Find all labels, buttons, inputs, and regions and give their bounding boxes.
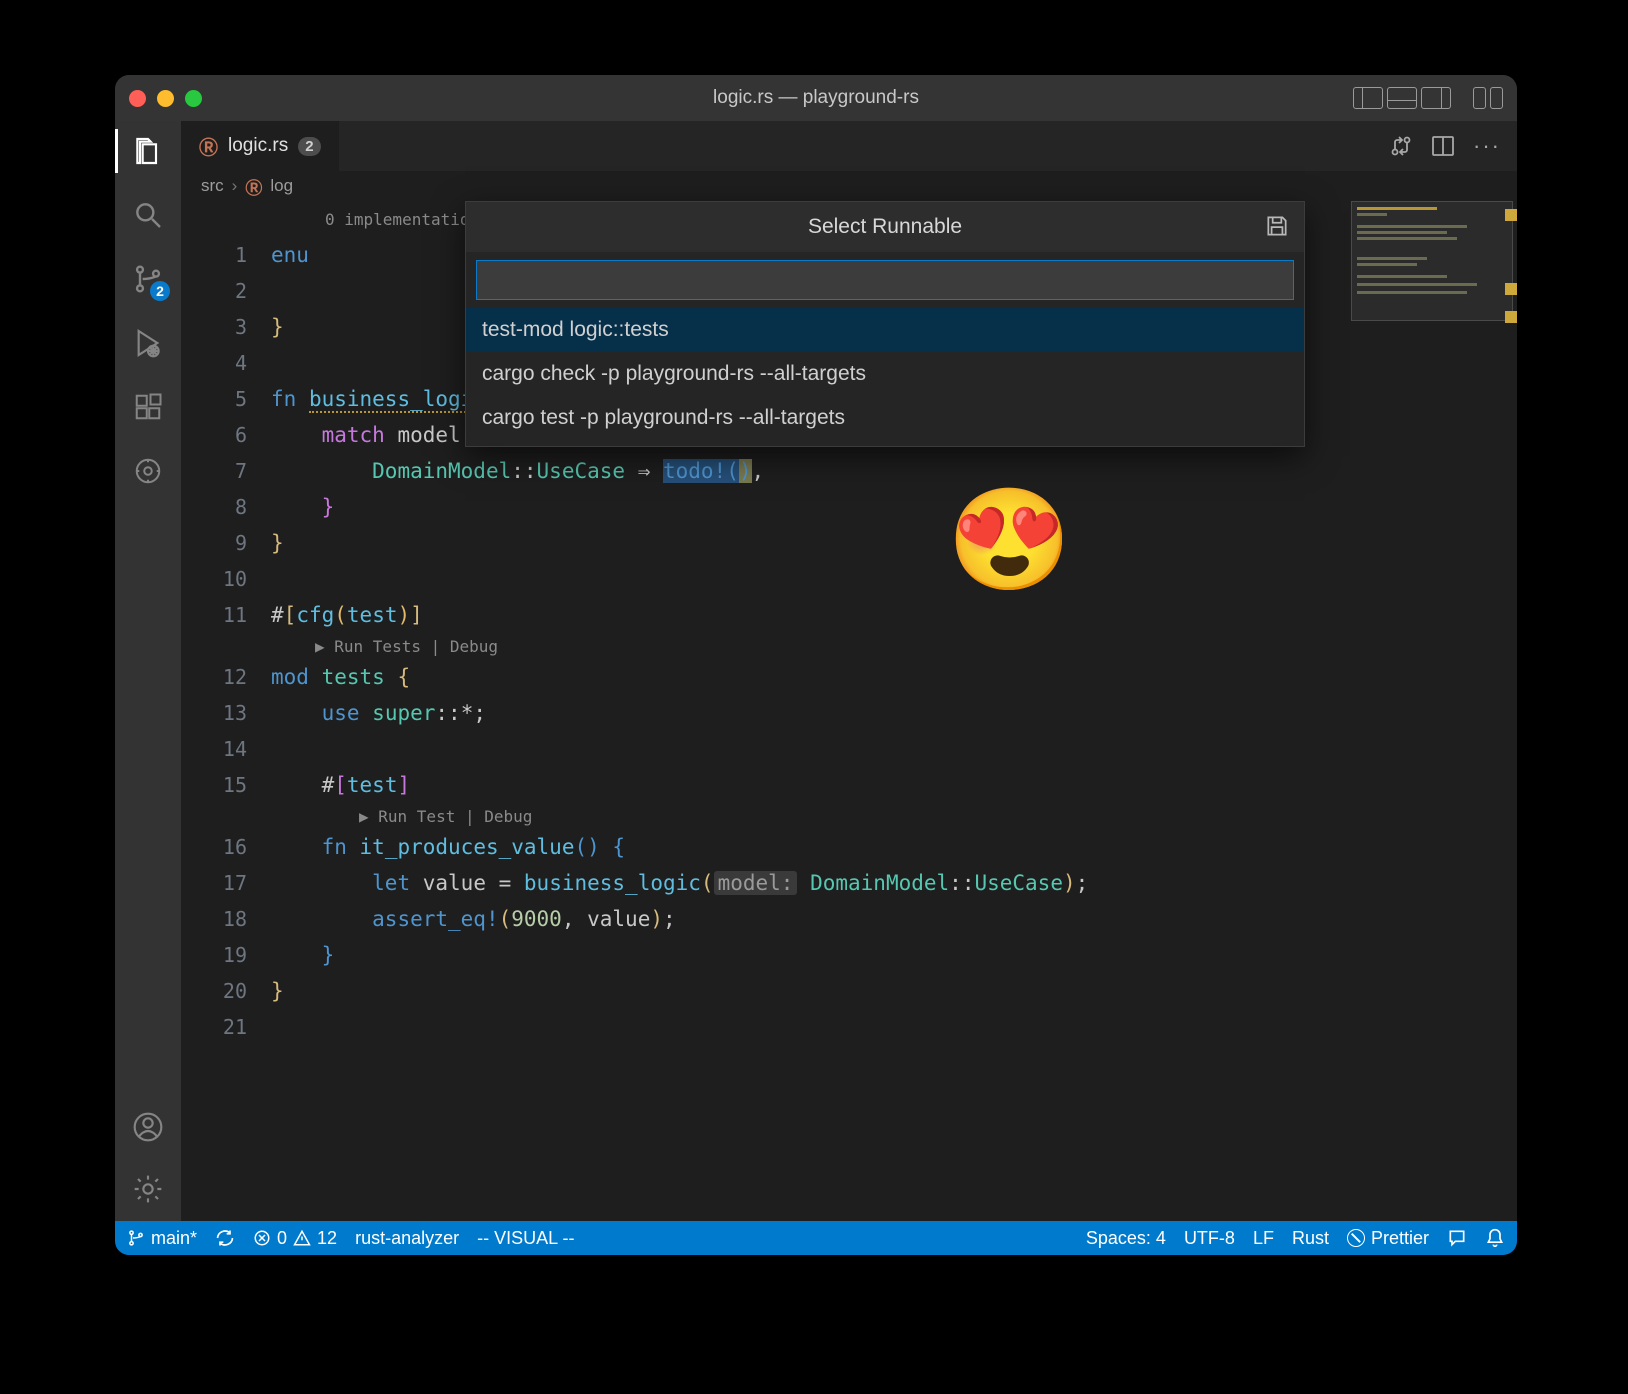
tabs-bar: Ⓡ logic.rs 2 ··· bbox=[181, 121, 1517, 171]
quickpick-item[interactable]: test-mod logic::tests bbox=[466, 308, 1304, 352]
status-bar: main* 0 12 rust-analyzer -- VISUAL -- Sp… bbox=[115, 1221, 1517, 1255]
eol-status[interactable]: LF bbox=[1253, 1228, 1274, 1249]
fullscreen-window-button[interactable] bbox=[185, 90, 202, 107]
window-title: logic.rs — playground-rs bbox=[115, 87, 1517, 109]
compare-changes-icon[interactable] bbox=[1389, 134, 1413, 158]
more-actions-icon[interactable]: ··· bbox=[1473, 133, 1501, 159]
git-branch-status[interactable]: main* bbox=[127, 1228, 197, 1249]
problems-status[interactable]: 0 12 bbox=[253, 1228, 337, 1249]
accounts-icon[interactable] bbox=[130, 1109, 166, 1145]
remote-explorer-icon[interactable] bbox=[130, 453, 166, 489]
rust-file-icon: Ⓡ bbox=[245, 174, 262, 199]
quickpick-item[interactable]: cargo check -p playground-rs --all-targe… bbox=[466, 352, 1304, 396]
editor-group: Ⓡ logic.rs 2 ··· src › Ⓡ bbox=[181, 121, 1517, 1221]
toggle-primary-sidebar-icon[interactable] bbox=[1353, 87, 1383, 109]
breadcrumbs[interactable]: src › Ⓡ log bbox=[181, 171, 1517, 201]
close-window-button[interactable] bbox=[129, 90, 146, 107]
minimize-window-button[interactable] bbox=[157, 90, 174, 107]
scm-badge: 2 bbox=[150, 281, 170, 301]
gutter: 1 2 3 4 5 6 7 8 9 10 11 12 13 14 15 bbox=[181, 201, 267, 1221]
split-editor-icon[interactable] bbox=[1431, 134, 1455, 158]
rust-analyzer-status[interactable]: rust-analyzer bbox=[355, 1228, 459, 1249]
traffic-lights bbox=[129, 90, 202, 107]
breadcrumb-folder: src bbox=[201, 176, 224, 196]
chevron-right-icon: › bbox=[232, 176, 238, 196]
feedback-icon[interactable] bbox=[1447, 1228, 1467, 1248]
explorer-icon[interactable] bbox=[130, 133, 166, 169]
quickpick-select-runnable: Select Runnable test-mod logic::tests ca… bbox=[465, 201, 1305, 447]
search-icon[interactable] bbox=[130, 197, 166, 233]
prettier-disabled-icon bbox=[1347, 1229, 1365, 1247]
extensions-icon[interactable] bbox=[130, 389, 166, 425]
rust-file-icon: Ⓡ bbox=[199, 133, 218, 160]
encoding-status[interactable]: UTF-8 bbox=[1184, 1228, 1235, 1249]
tab-logic-rs[interactable]: Ⓡ logic.rs 2 bbox=[181, 121, 340, 171]
vim-mode-status: -- VISUAL -- bbox=[477, 1228, 574, 1249]
minimap[interactable] bbox=[1347, 201, 1517, 1221]
vscode-window: logic.rs — playground-rs 2 bbox=[115, 75, 1517, 1255]
breadcrumb-file: log bbox=[270, 176, 293, 196]
run-test-codelens[interactable]: ▶ Run Test | Debug bbox=[267, 803, 1347, 829]
quickpick-input[interactable] bbox=[476, 260, 1294, 300]
toggle-panel-icon[interactable] bbox=[1387, 87, 1417, 109]
indentation-status[interactable]: Spaces: 4 bbox=[1086, 1228, 1166, 1249]
quickpick-title: Select Runnable bbox=[808, 215, 962, 239]
notifications-bell-icon[interactable] bbox=[1485, 1228, 1505, 1248]
settings-gear-icon[interactable] bbox=[130, 1171, 166, 1207]
prettier-status[interactable]: Prettier bbox=[1347, 1228, 1429, 1249]
editor-actions: ··· bbox=[1373, 121, 1517, 171]
tab-filename: logic.rs bbox=[228, 135, 288, 157]
tab-modified-badge: 2 bbox=[298, 137, 320, 156]
run-debug-icon[interactable] bbox=[130, 325, 166, 361]
language-mode-status[interactable]: Rust bbox=[1292, 1228, 1329, 1249]
source-control-icon[interactable]: 2 bbox=[130, 261, 166, 297]
save-runnable-icon[interactable] bbox=[1264, 213, 1290, 239]
quickpick-item[interactable]: cargo test -p playground-rs --all-target… bbox=[466, 396, 1304, 440]
sync-status[interactable] bbox=[215, 1228, 235, 1248]
run-tests-codelens[interactable]: ▶ Run Tests | Debug bbox=[267, 633, 1347, 659]
customize-layout-icon[interactable] bbox=[1473, 87, 1503, 109]
quickpick-title-bar: Select Runnable bbox=[466, 202, 1304, 252]
activity-bar: 2 bbox=[115, 121, 181, 1221]
titlebar: logic.rs — playground-rs bbox=[115, 75, 1517, 121]
title-layout-controls bbox=[1353, 87, 1503, 109]
toggle-secondary-sidebar-icon[interactable] bbox=[1421, 87, 1451, 109]
